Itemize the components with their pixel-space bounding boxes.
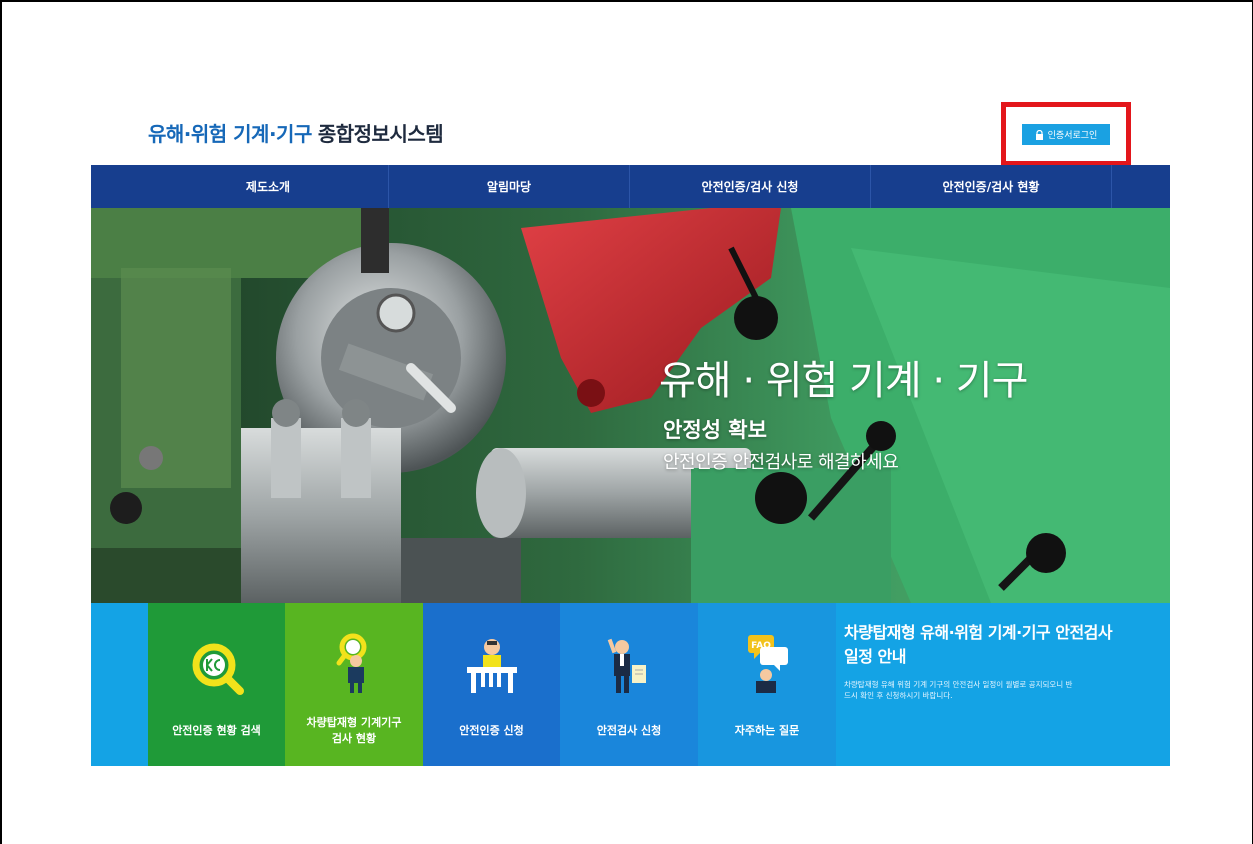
- notice-body: 차량탑재형 유해 위험 기계 기구의 안전검사 일정이 월별로 공지되오니 반드…: [844, 680, 1073, 700]
- kcs-search-icon: [192, 643, 244, 695]
- tile-label-line1: 차량탑재형 기계기구: [306, 716, 402, 729]
- notice-panel[interactable]: 차량탑재형 유해·위험 기계·기구 안전검사 일정 안내 차량탑재형 유해 위험…: [836, 603, 1170, 766]
- hero-subtitle: 안정성 확보: [663, 418, 767, 442]
- faq-icon: FAQ: [748, 635, 788, 693]
- tile-label: 안전인증 현황 검색: [172, 724, 261, 737]
- tile-label: 자주하는 질문: [734, 724, 800, 737]
- tile-label: 안전인증 신청: [459, 724, 524, 737]
- hero-banner: 유해 · 위험 기계 · 기구 안정성 확보 안전인증 안전검사로 해결하세요: [91, 208, 1170, 603]
- lock-icon: [1035, 129, 1043, 140]
- nav-item-notices[interactable]: 알림마당: [389, 165, 630, 208]
- tile-certification-search[interactable]: 안전인증 현황 검색: [148, 603, 285, 766]
- tile-faq[interactable]: FAQ 자주하는 질문: [698, 603, 836, 766]
- nav-item-status[interactable]: 안전인증/검사 현황: [871, 165, 1112, 208]
- login-button-label: 인증서로그인: [1047, 130, 1098, 140]
- tile-vehicle-inspection-status[interactable]: 차량탑재형 기계기구 검사 현황: [285, 603, 423, 766]
- hero-tagline: 안전인증 안전검사로 해결하세요: [663, 452, 899, 473]
- logo-subtitle: 종합정보시스템: [317, 122, 444, 146]
- tile-certification-apply[interactable]: 안전인증 신청: [423, 603, 560, 766]
- desk-person-icon: [467, 639, 517, 693]
- tile-label-line2: 검사 현황: [331, 732, 377, 745]
- tile-inspection-apply[interactable]: 안전검사 신청: [560, 603, 698, 766]
- certificate-login-button[interactable]: 인증서로그인: [1022, 124, 1110, 145]
- main-nav: 제도소개 알림마당 안전인증/검사 신청 안전인증/검사 현황: [91, 165, 1170, 208]
- quick-menu-tiles: 안전인증 현황 검색 차량탑재형 기계기구 검사 현황 안전인증 신청 안전검사…: [91, 603, 1170, 766]
- nav-item-system-intro[interactable]: 제도소개: [148, 165, 389, 208]
- notice-title: 차량탑재형 유해·위험 기계·기구 안전검사 일정 안내: [844, 623, 1113, 666]
- person-document-icon: [607, 638, 646, 693]
- logo-title: 유해·위험 기계·기구: [148, 122, 312, 146]
- nav-item-apply[interactable]: 안전인증/검사 신청: [630, 165, 871, 208]
- site-logo[interactable]: 유해·위험 기계·기구 종합정보시스템: [148, 118, 444, 147]
- tile-label: 안전검사 신청: [596, 724, 662, 737]
- hero-title: 유해 · 위험 기계 · 기구: [659, 358, 1028, 404]
- inspector-icon: [336, 633, 367, 693]
